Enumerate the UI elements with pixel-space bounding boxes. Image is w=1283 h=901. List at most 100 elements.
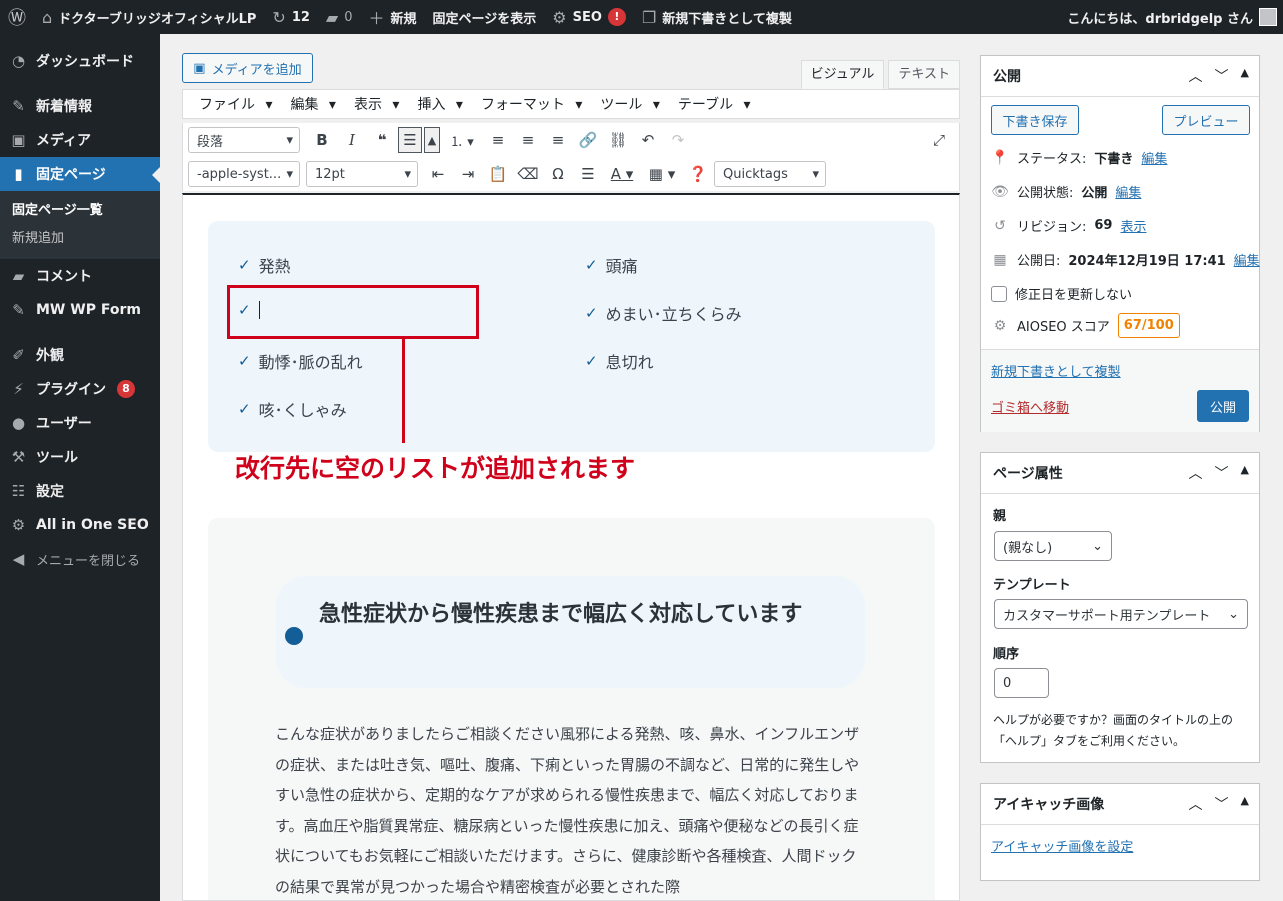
edit-visibility-link[interactable]: 編集 <box>1115 182 1141 201</box>
move-down-icon[interactable]: ﹀ <box>1215 463 1229 483</box>
tab-visual[interactable]: ビジュアル <box>800 60 885 89</box>
horizontal-rule-icon[interactable]: ☰ <box>574 161 602 187</box>
list-item[interactable]: ✓ 動悸･脈の乱れ <box>238 349 363 373</box>
editor-content[interactable]: ✓ 発熱 ✓ 頭痛 ✓ ✓ めまい･立ちくらみ ✓ 動悸･脈の乱れ ✓ 息切れ ✓ 咳･くし… <box>182 193 960 901</box>
align-left-icon[interactable]: ≡ <box>484 127 512 153</box>
sidebar-item-aioseo[interactable]: ⚙ All in One SEO <box>0 508 160 542</box>
paste-text-icon[interactable]: 📋 <box>484 161 512 187</box>
numbered-list-icon[interactable]: ⒈ ▾ <box>442 127 482 153</box>
blockquote-icon[interactable]: ❝ <box>368 127 396 153</box>
sidebar-item-users[interactable]: ● ユーザー <box>0 406 160 440</box>
unlink-icon[interactable]: ⛓ <box>604 127 632 153</box>
publish-box: 公開 ︿ ﹀ ▲ 下書き保存 プレビュー 📍 ステータス: 下書き 編集 👁 公開状態: 公開編… <box>980 55 1260 432</box>
tab-text[interactable]: テキスト <box>888 60 960 89</box>
special-char-icon[interactable]: Ω <box>544 161 572 187</box>
sidebar-item-media[interactable]: ▣ メディア <box>0 123 160 157</box>
move-up-icon[interactable]: ︿ <box>1189 463 1203 483</box>
order-input[interactable]: 0 <box>994 668 1049 698</box>
link-icon[interactable]: 🔗 <box>574 127 602 153</box>
italic-icon[interactable]: I <box>338 127 366 153</box>
sidebar-item-comments[interactable]: ▰ コメント <box>0 259 160 293</box>
seo-badge: ! <box>607 8 626 26</box>
list-item[interactable]: ✓ めまい･立ちくらみ <box>585 301 742 325</box>
toggle-icon[interactable]: ▲ <box>1241 794 1249 814</box>
outdent-icon[interactable]: ⇤ <box>424 161 452 187</box>
edit-status-link[interactable]: 編集 <box>1141 148 1167 167</box>
font-family-select[interactable]: -apple-syst... ▾ <box>188 161 300 187</box>
list-item[interactable]: ✓ 発熱 <box>238 253 291 277</box>
submenu-add-new[interactable]: 新規追加 <box>0 225 160 253</box>
text-color-icon[interactable]: A ▾ <box>604 161 640 187</box>
move-down-icon[interactable]: ﹀ <box>1215 794 1229 814</box>
sidebar-item-news[interactable]: ✎ 新着情報 <box>0 89 160 123</box>
media-icon: ▣ <box>193 60 206 76</box>
pin-icon: 📍 <box>991 149 1009 166</box>
edit-date-link[interactable]: 編集 <box>1234 250 1260 269</box>
list-item[interactable]: ✓ 息切れ <box>585 349 654 373</box>
wrench-icon: ⚒ <box>11 448 26 466</box>
table-icon[interactable]: ▦ ▾ <box>642 161 682 187</box>
clear-format-icon[interactable]: ⌫ <box>514 161 542 187</box>
sidebar-item-settings[interactable]: ☷ 設定 <box>0 474 160 508</box>
heading-dot-icon <box>285 627 303 645</box>
menu-view[interactable]: 表示 ▾ <box>342 94 405 114</box>
wp-logo-icon[interactable]: Ⓦ <box>0 0 34 34</box>
menu-table[interactable]: テーブル ▾ <box>666 94 757 114</box>
trash-link[interactable]: ゴミ箱へ移動 <box>991 397 1069 416</box>
menu-format[interactable]: フォーマット ▾ <box>469 94 588 114</box>
bullet-list-icon[interactable]: ☰ <box>398 127 422 153</box>
menu-edit[interactable]: 編集 ▾ <box>278 94 341 114</box>
sidebar-item-dashboard[interactable]: ◔ ダッシュボード <box>0 44 160 78</box>
set-featured-image-link[interactable]: アイキャッチ画像を設定 <box>991 836 1133 855</box>
quicktags-select[interactable]: Quicktags ▾ <box>714 161 826 187</box>
template-select[interactable]: カスタマーサポート用テンプレート ⌄ <box>994 599 1248 629</box>
sidebar-item-plugins[interactable]: ⚡ プラグイン 8 <box>0 372 160 406</box>
move-up-icon[interactable]: ︿ <box>1189 66 1203 86</box>
move-down-icon[interactable]: ﹀ <box>1215 66 1229 86</box>
seo-menu[interactable]: ⚙ SEO! <box>544 0 634 34</box>
collapse-menu-button[interactable]: ◀ メニューを閉じる <box>0 542 160 576</box>
view-page-link[interactable]: 固定ページを表示 <box>425 0 545 34</box>
sidebar-item-mw-wp-form[interactable]: ✎ MW WP Form <box>0 293 160 327</box>
updates-link[interactable]: ↻ 12 <box>264 0 318 34</box>
sidebar-item-appearance[interactable]: ✐ 外観 <box>0 338 160 372</box>
bullet-list-dropdown[interactable]: ▲ <box>424 127 440 153</box>
duplicate-link[interactable]: ❐ 新規下書きとして複製 <box>634 0 800 34</box>
fullscreen-icon[interactable]: ⤢ <box>925 127 953 153</box>
list-item[interactable]: ✓ 咳･くしゃみ <box>238 397 347 421</box>
save-draft-button[interactable]: 下書き保存 <box>991 105 1079 135</box>
check-icon: ✓ <box>238 256 251 274</box>
menu-file[interactable]: ファイル ▾ <box>187 94 278 114</box>
font-size-select[interactable]: 12pt ▾ <box>306 161 418 187</box>
site-name-link[interactable]: ⌂ ドクターブリッジオフィシャルLP <box>34 0 264 34</box>
featured-image-title: アイキャッチ画像 <box>993 797 1105 813</box>
toggle-icon[interactable]: ▲ <box>1241 463 1249 483</box>
format-select[interactable]: 段落 ▾ <box>188 127 300 153</box>
submenu-all-pages[interactable]: 固定ページ一覧 <box>0 197 160 225</box>
sidebar-item-pages[interactable]: ▮ 固定ページ <box>0 157 160 191</box>
list-item[interactable]: ✓ 頭痛 <box>585 253 638 277</box>
bold-icon[interactable]: B <box>308 127 336 153</box>
account-menu[interactable]: こんにちは、drbridgelp さん <box>1067 8 1283 27</box>
align-center-icon[interactable]: ≡ <box>514 127 542 153</box>
toggle-icon[interactable]: ▲ <box>1241 66 1249 86</box>
no-update-checkbox[interactable] <box>991 285 1007 302</box>
aioseo-score-badge[interactable]: 67/100 <box>1117 313 1180 338</box>
comments-link[interactable]: ▰ 0 <box>318 0 361 34</box>
publish-button[interactable]: 公開 <box>1197 390 1249 422</box>
parent-select[interactable]: (親なし) ⌄ <box>994 531 1112 561</box>
sidebar-item-tools[interactable]: ⚒ ツール <box>0 440 160 474</box>
indent-icon[interactable]: ⇥ <box>454 161 482 187</box>
undo-icon[interactable]: ↶ <box>634 127 662 153</box>
move-up-icon[interactable]: ︿ <box>1189 794 1203 814</box>
menu-tools[interactable]: ツール ▾ <box>588 94 665 114</box>
help-icon[interactable]: ❓ <box>684 161 712 187</box>
add-media-button[interactable]: ▣ メディアを追加 <box>182 53 313 83</box>
menu-insert[interactable]: 挿入 ▾ <box>405 94 468 114</box>
align-right-icon[interactable]: ≡ <box>544 127 572 153</box>
redo-icon[interactable]: ↷ <box>664 127 692 153</box>
preview-button[interactable]: プレビュー <box>1162 105 1250 135</box>
show-revisions-link[interactable]: 表示 <box>1120 216 1146 235</box>
new-content-link[interactable]: ＋新規 <box>361 0 425 34</box>
duplicate-draft-link[interactable]: 新規下書きとして複製 <box>991 361 1121 380</box>
